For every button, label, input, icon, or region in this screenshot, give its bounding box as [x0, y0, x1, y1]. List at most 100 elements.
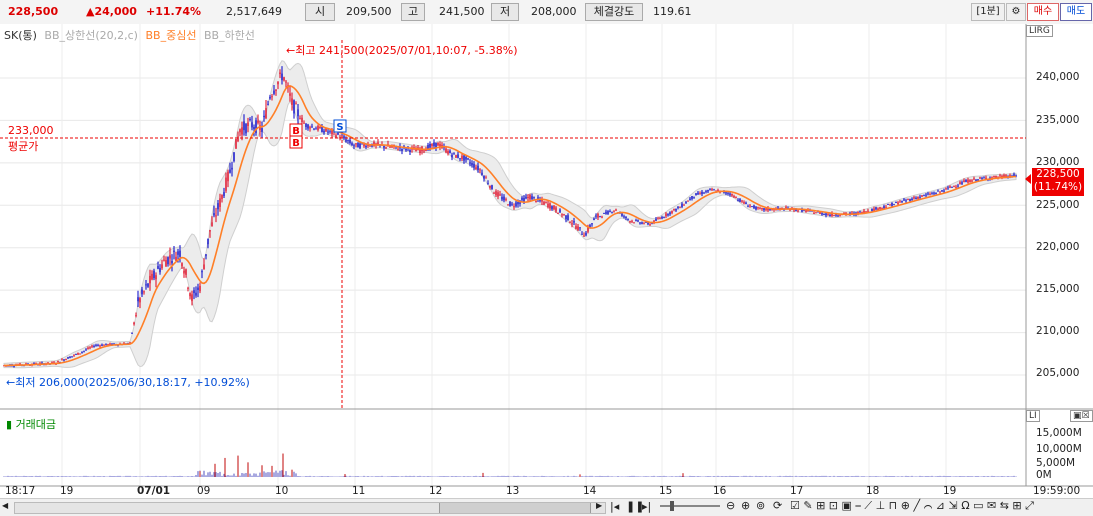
horizontal-scrollbar[interactable] [14, 502, 606, 514]
candle-body [247, 122, 249, 127]
candle-body [565, 215, 567, 220]
candle-body [253, 127, 255, 129]
candle-body [69, 356, 71, 359]
candle-body [887, 204, 889, 206]
candle-body [881, 207, 883, 209]
buy-marker[interactable]: B B [289, 123, 303, 149]
candle-body [753, 205, 755, 209]
candle-body [71, 356, 73, 358]
candle-body [241, 127, 243, 135]
candle-body [475, 167, 477, 169]
candle-body [297, 109, 299, 117]
zoom-out-icon[interactable]: ⊖ [726, 499, 735, 512]
candle-body [457, 154, 459, 158]
scroll-left-icon[interactable]: ◀ [2, 501, 10, 512]
candle-body [295, 103, 297, 105]
zoom-slider[interactable] [660, 501, 720, 511]
candle-body [701, 191, 703, 195]
time-axis-label: 18 [866, 485, 880, 497]
volume-axis-label: 5,000M [1036, 457, 1076, 469]
buy-button[interactable]: 매수 [1027, 3, 1059, 21]
gear-icon[interactable]: ⚙ [1006, 3, 1026, 21]
candle-body [183, 270, 185, 274]
candle-body [205, 254, 207, 256]
candle-body [81, 352, 83, 354]
last-price-pointer-icon [1025, 174, 1031, 184]
time-axis-label: 11 [352, 485, 366, 497]
volume-panel-options-icon[interactable]: LI [1026, 410, 1040, 422]
time-axis-label: 14 [583, 485, 597, 497]
candle-body [211, 222, 213, 227]
candle-body [337, 132, 339, 135]
scroll-right-icon[interactable]: ▶ [596, 501, 602, 510]
average-price-value: 233,000 [8, 124, 54, 137]
candle-body [463, 155, 465, 161]
candle-body [229, 169, 231, 173]
crosshair-icon[interactable]: ⊚ [756, 499, 765, 512]
candle-body [819, 212, 821, 214]
candle-body [837, 215, 839, 217]
candle-body [301, 117, 303, 123]
candle-body [473, 163, 475, 168]
price-chart-panel[interactable]: B B S [0, 24, 1093, 504]
sell-button[interactable]: 매도 [1060, 3, 1092, 21]
candle-body [369, 145, 371, 147]
candle-body [749, 205, 751, 207]
candle-body [269, 96, 271, 99]
candle-body [351, 143, 353, 146]
zoom-slider-handle[interactable] [670, 501, 674, 511]
draw-tools-icon[interactable]: ☑ ✎ ⊞ ⊡ ▣ ⎯ ⟋ ⊥ ⊓ ⊕ ╱ ⌒ ⊿ ⇲ Ω ▭ ✉ ⇆ ⊞ ⤢ [790, 499, 1034, 513]
candle-body [919, 196, 921, 198]
candle-body [963, 180, 965, 183]
candle-body [355, 143, 357, 145]
candle-body [763, 208, 765, 211]
candle-body [433, 142, 435, 146]
time-axis-label: 19:59:00 [1033, 485, 1081, 497]
reset-icon[interactable]: ⟳ [773, 499, 782, 512]
candle-body [273, 90, 275, 94]
candle-body [929, 194, 931, 196]
candle-body [539, 200, 541, 202]
candle-body [949, 186, 951, 188]
candle-body [747, 206, 749, 208]
candle-body [733, 195, 735, 198]
interval-selector[interactable]: [1분] [971, 3, 1005, 21]
play-icon[interactable]: ▸| [642, 500, 651, 513]
candle-body [951, 186, 953, 188]
skip-first-icon[interactable]: |◂ [610, 500, 619, 513]
candle-body [101, 344, 103, 346]
candle-body [363, 144, 365, 147]
candle-body [741, 200, 743, 202]
candle-body [149, 275, 151, 284]
candle-body [707, 189, 709, 192]
legend-bb-middle[interactable]: BB_중심선 [145, 29, 196, 42]
sell-marker[interactable]: S [333, 119, 347, 133]
candle-body [901, 200, 903, 203]
price-change: ▲24,000 [86, 5, 137, 18]
candle-body [709, 189, 711, 191]
candle-body [889, 204, 891, 206]
candle-body [965, 179, 967, 182]
candle-body [465, 156, 467, 160]
volume-panel-close-icon[interactable]: ▣☒ [1070, 410, 1093, 422]
legend-bb-upper[interactable]: BB_상한선(20,2,c) [44, 29, 138, 42]
candle-body [981, 177, 983, 179]
legend-bb-lower[interactable]: BB_하한선 [204, 29, 255, 42]
candle-body [917, 196, 919, 199]
candle-body [471, 162, 473, 166]
candle-body [197, 287, 199, 291]
candle-body [601, 216, 603, 218]
panel-options-icon[interactable]: LIRG [1026, 25, 1053, 37]
candle-body [985, 177, 987, 179]
candle-body [347, 139, 349, 141]
candle-body [353, 145, 355, 147]
candle-body [477, 165, 479, 170]
candle-body [953, 185, 955, 187]
candle-body [103, 344, 105, 346]
candle-body [559, 209, 561, 213]
scrollbar-thumb[interactable] [439, 503, 591, 513]
zoom-in-icon[interactable]: ⊕ [741, 499, 750, 512]
time-axis-label: 13 [506, 485, 520, 497]
candle-body [79, 353, 81, 355]
candle-body [499, 194, 501, 196]
